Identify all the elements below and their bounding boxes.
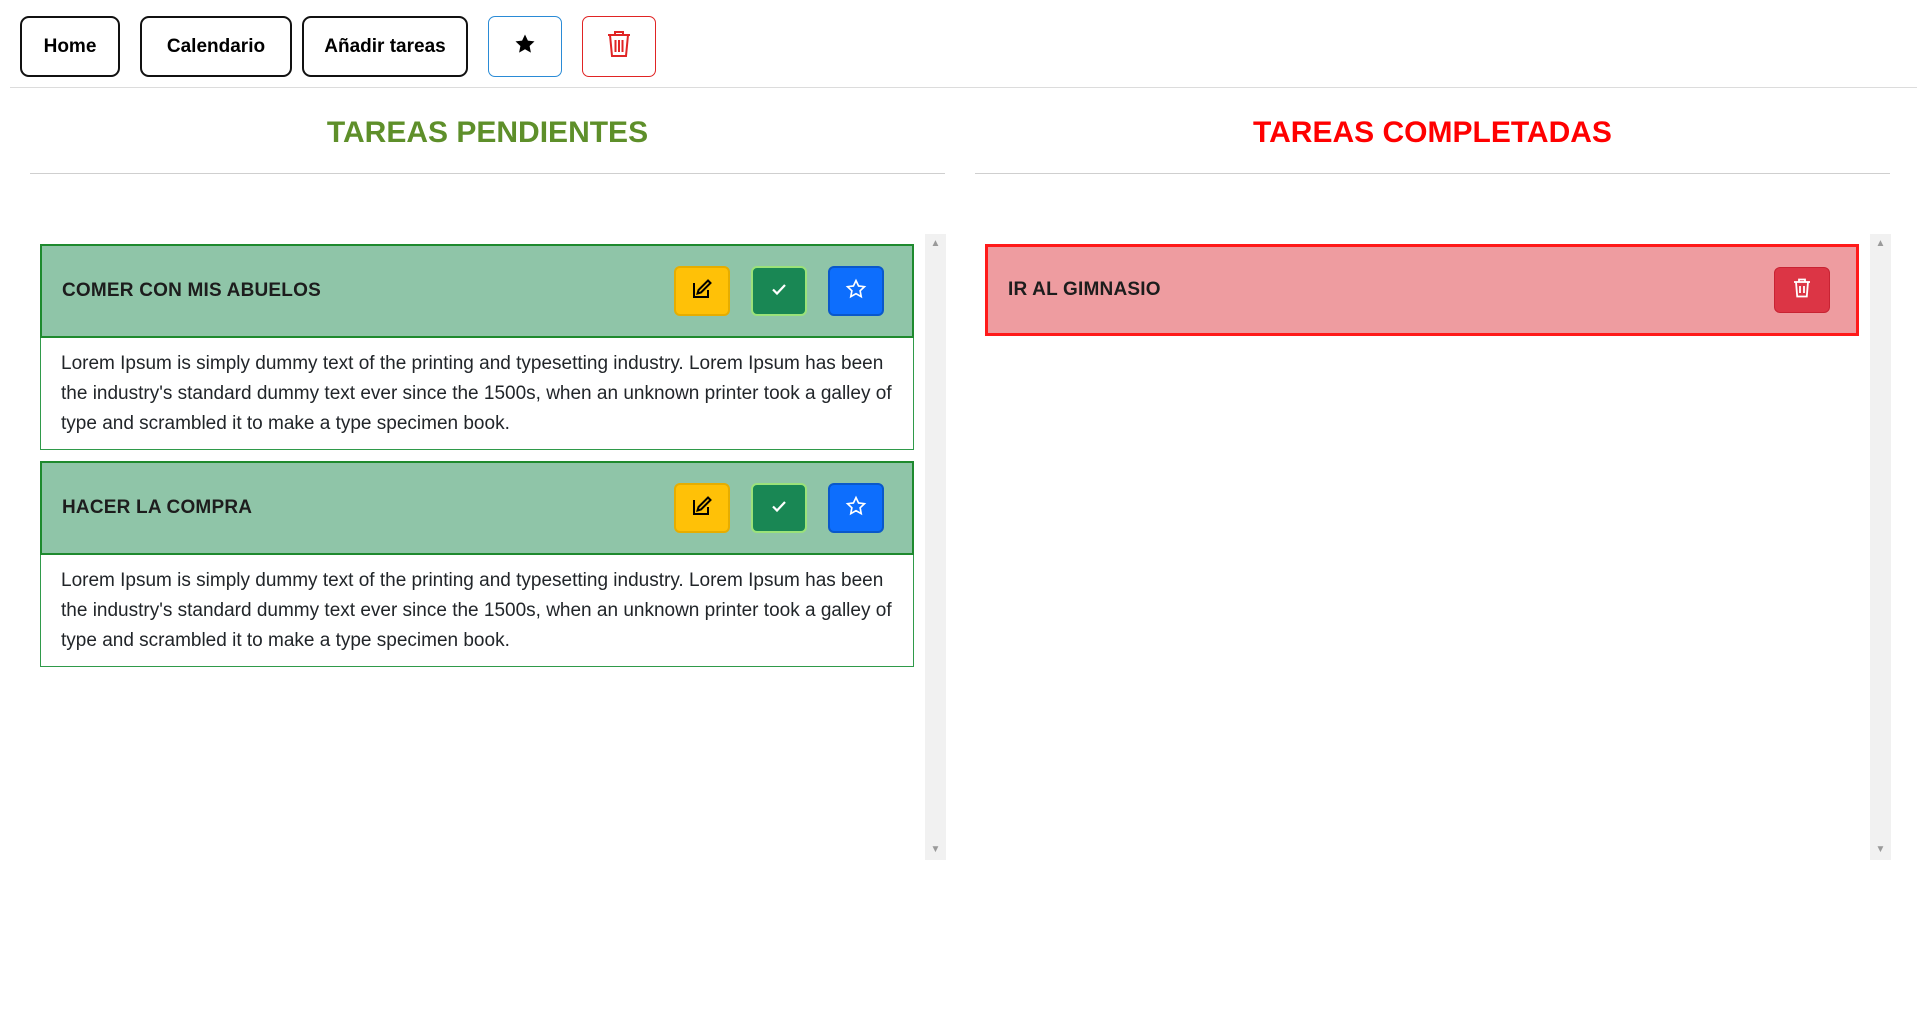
completed-task-card: IR AL GIMNASIO xyxy=(985,244,1859,336)
star-outline-icon xyxy=(845,278,867,305)
favorites-button[interactable] xyxy=(488,16,562,77)
star-icon xyxy=(513,32,537,62)
completed-scrollbar[interactable]: ▲ ▼ xyxy=(1870,234,1891,860)
check-icon xyxy=(769,496,789,521)
task-description: Lorem Ipsum is simply dummy text of the … xyxy=(40,555,914,667)
task-title: COMER CON MIS ABUELOS xyxy=(62,280,321,301)
complete-button[interactable] xyxy=(751,266,807,316)
edit-icon xyxy=(691,495,713,522)
task-header: HACER LA COMPRA xyxy=(40,461,914,555)
task-header: COMER CON MIS ABUELOS xyxy=(40,244,914,338)
edit-button[interactable] xyxy=(674,483,730,533)
pending-title: TAREAS PENDIENTES xyxy=(326,116,649,149)
edit-icon xyxy=(691,278,713,305)
trash-button[interactable] xyxy=(582,16,656,77)
scroll-up-arrow[interactable]: ▲ xyxy=(925,236,946,252)
task-title: HACER LA COMPRA xyxy=(62,497,253,518)
trash-icon xyxy=(606,29,632,65)
star-outline-icon xyxy=(845,495,867,522)
favorite-button[interactable] xyxy=(828,483,884,533)
completed-divider xyxy=(975,173,1890,174)
delete-button[interactable] xyxy=(1774,267,1830,313)
edit-button[interactable] xyxy=(674,266,730,316)
home-button[interactable]: Home xyxy=(20,16,120,77)
pending-divider xyxy=(30,173,945,174)
scroll-down-arrow[interactable]: ▼ xyxy=(1870,842,1891,858)
complete-button[interactable] xyxy=(751,483,807,533)
task-title: IR AL GIMNASIO xyxy=(1008,279,1161,300)
calendar-button[interactable]: Calendario xyxy=(140,16,292,77)
task-card: COMER CON MIS ABUELOS Lorem Ipsum is sim… xyxy=(40,244,914,450)
task-description: Lorem Ipsum is simply dummy text of the … xyxy=(40,338,914,450)
pending-scrollbar[interactable]: ▲ ▼ xyxy=(925,234,946,860)
task-card: HACER LA COMPRA Lorem Ipsum is simply du… xyxy=(40,461,914,667)
scroll-down-arrow[interactable]: ▼ xyxy=(925,842,946,858)
completed-title: TAREAS COMPLETADAS xyxy=(1253,116,1612,149)
favorite-button[interactable] xyxy=(828,266,884,316)
top-nav: Home Calendario Añadir tareas xyxy=(10,0,1917,88)
check-icon xyxy=(769,279,789,304)
add-tasks-button[interactable]: Añadir tareas xyxy=(302,16,468,77)
scroll-up-arrow[interactable]: ▲ xyxy=(1870,236,1891,252)
trash-icon xyxy=(1793,278,1811,303)
pending-task-list: COMER CON MIS ABUELOS Lorem Ipsum is sim… xyxy=(40,234,926,860)
completed-task-list: IR AL GIMNASIO xyxy=(985,234,1871,860)
